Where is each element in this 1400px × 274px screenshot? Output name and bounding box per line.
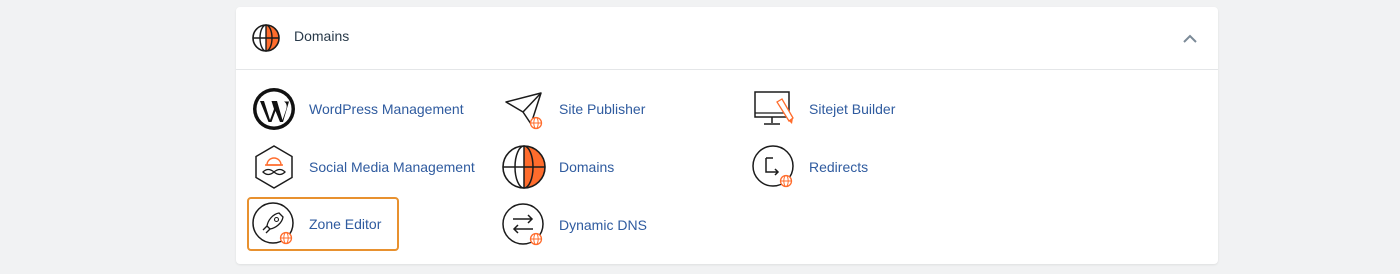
dynamic-dns-link[interactable]: Dynamic DNS — [486, 200, 736, 250]
section-header[interactable]: Domains — [236, 7, 1218, 70]
domains-link[interactable]: Domains — [486, 142, 736, 192]
wordpress-icon — [253, 88, 295, 130]
paper-plane-icon — [505, 92, 543, 130]
item-label: Zone Editor — [309, 216, 382, 232]
sitejet-builder-link[interactable]: Sitejet Builder — [736, 84, 986, 134]
globe-icon — [252, 24, 280, 52]
monitor-pencil-icon — [754, 91, 794, 125]
item-label: Dynamic DNS — [559, 217, 647, 233]
item-label: Sitejet Builder — [809, 101, 896, 117]
wordpress-management-link[interactable]: WordPress Management — [236, 84, 486, 134]
globe-icon — [502, 145, 546, 189]
item-label: Social Media Management — [309, 159, 475, 175]
social-media-management-link[interactable]: Social Media Management — [236, 142, 486, 192]
item-label: WordPress Management — [309, 101, 464, 117]
domains-section: Domains WordPress Management Site Publis… — [236, 7, 1218, 264]
item-label: Domains — [559, 159, 615, 175]
hexagon-social-icon — [255, 145, 293, 189]
zone-editor-link[interactable]: Zone Editor — [247, 197, 399, 251]
redirects-link[interactable]: Redirects — [736, 142, 986, 192]
chevron-up-icon[interactable] — [1180, 29, 1200, 49]
item-label: Site Publisher — [559, 101, 646, 117]
site-publisher-link[interactable]: Site Publisher — [486, 84, 736, 134]
swap-arrows-icon — [502, 203, 544, 246]
item-label: Redirects — [809, 159, 869, 175]
redirect-icon — [752, 145, 794, 188]
section-title: Domains — [294, 28, 350, 44]
rocket-icon — [252, 202, 294, 245]
